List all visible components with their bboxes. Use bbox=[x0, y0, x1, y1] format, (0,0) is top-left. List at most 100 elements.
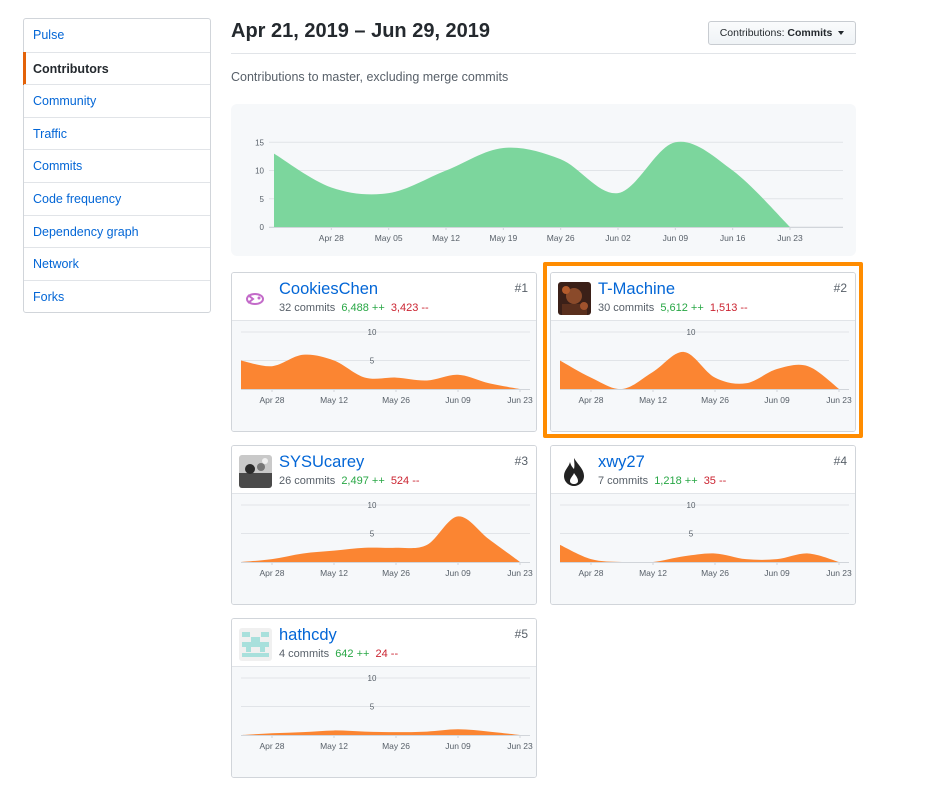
additions-count: 6,488 ++ bbox=[341, 302, 385, 314]
x-tick-label: May 12 bbox=[639, 395, 667, 405]
contributor-avatar[interactable] bbox=[558, 282, 591, 315]
x-tick-label: Jun 16 bbox=[720, 233, 746, 243]
x-tick-label: Jun 09 bbox=[764, 395, 790, 405]
sidebar-item-pulse[interactable]: Pulse bbox=[24, 19, 210, 52]
sidebar-item-traffic[interactable]: Traffic bbox=[24, 116, 210, 150]
contributor-card-5: hathcdy 4 commits 642 ++ 24 -- #5 5 10 Apr… bbox=[231, 618, 537, 778]
contributor-name-link[interactable]: CookiesChen bbox=[279, 280, 378, 299]
contributor-rank: #1 bbox=[514, 281, 528, 295]
y-tick-label: 5 bbox=[260, 195, 265, 204]
contributor-chart-svg: 510Apr 28May 12May 26Jun 09Jun 23 bbox=[241, 674, 533, 751]
contributor-card-1: CookiesChen 32 commits 6,488 ++ 3,423 --… bbox=[231, 272, 537, 432]
y-tick-label: 15 bbox=[255, 138, 264, 147]
contributor-avatar[interactable] bbox=[239, 455, 272, 488]
x-tick-label: Jun 02 bbox=[605, 233, 631, 243]
x-tick-label: May 12 bbox=[432, 233, 460, 243]
main-chart-svg: 0 5 10 15 Apr 28 May 05 May 12 May 19 May 26 Jun … bbox=[255, 138, 843, 243]
contributor-name-link[interactable]: SYSUcarey bbox=[279, 453, 364, 472]
contributor-card-header: xwy27 7 commits 1,218 ++ 35 -- #4 bbox=[551, 446, 855, 494]
select-prefix: Contributions: bbox=[719, 27, 785, 39]
y-tick-label: 10 bbox=[368, 674, 377, 683]
repo-insights-sidebar: Pulse Contributors Community Traffic Com… bbox=[23, 18, 211, 314]
date-range-title: Apr 21, 2019 – Jun 29, 2019 bbox=[231, 20, 491, 42]
x-tick-label: May 12 bbox=[320, 568, 348, 578]
contributor-chart-svg: 510Apr 28May 12May 26Jun 09Jun 23 bbox=[560, 328, 852, 405]
y-tick-label: 10 bbox=[368, 501, 377, 510]
x-tick-label: Jun 09 bbox=[445, 568, 471, 578]
sidebar-item-code-frequency[interactable]: Code frequency bbox=[24, 181, 210, 215]
contributor-name-link[interactable]: hathcdy bbox=[279, 626, 337, 645]
x-tick-label: May 19 bbox=[489, 233, 517, 243]
x-tick-label: May 12 bbox=[320, 741, 348, 751]
x-tick-label: May 26 bbox=[382, 395, 410, 405]
contributor-card-3: SYSUcarey 26 commits 2,497 ++ 524 -- #3 … bbox=[231, 445, 537, 605]
contributor-stats: 4 commits 642 ++ 24 -- bbox=[279, 648, 398, 660]
select-value: Commits bbox=[787, 27, 833, 39]
commit-count[interactable]: 4 commits bbox=[279, 648, 329, 660]
x-tick-label: Jun 23 bbox=[826, 395, 852, 405]
sidebar-item-community[interactable]: Community bbox=[24, 84, 210, 117]
x-tick-label: Jun 23 bbox=[826, 568, 852, 578]
contributor-stats: 26 commits 2,497 ++ 524 -- bbox=[279, 475, 420, 487]
header-divider bbox=[231, 53, 856, 54]
series-area bbox=[274, 141, 790, 227]
contributor-avatar[interactable] bbox=[558, 455, 591, 488]
series-area bbox=[241, 354, 520, 389]
sidebar-item-contributors[interactable]: Contributors bbox=[23, 51, 210, 85]
main-contributions-chart: 0 5 10 15 Apr 28 May 05 May 12 May 19 May 26 Jun … bbox=[231, 104, 856, 256]
sidebar-item-network[interactable]: Network bbox=[24, 247, 210, 280]
contributor-avatar[interactable] bbox=[239, 282, 272, 315]
x-tick-label: Jun 23 bbox=[777, 233, 803, 243]
contributor-chart: 510Apr 28May 12May 26Jun 09Jun 23 bbox=[232, 321, 536, 431]
commit-count[interactable]: 32 commits bbox=[279, 302, 335, 314]
commit-count[interactable]: 30 commits bbox=[598, 302, 654, 314]
contributor-name-link[interactable]: T-Machine bbox=[598, 280, 675, 299]
additions-count: 2,497 ++ bbox=[341, 475, 385, 487]
contributor-name-link[interactable]: xwy27 bbox=[598, 453, 645, 472]
commit-count[interactable]: 7 commits bbox=[598, 475, 648, 487]
y-tick-label: 5 bbox=[370, 530, 375, 539]
contributions-type-select[interactable]: Contributions: Commits bbox=[708, 21, 856, 45]
chart-subtitle: Contributions to master, excluding merge… bbox=[231, 70, 509, 84]
contributor-chart: 510Apr 28May 12May 26Jun 09Jun 23 bbox=[232, 494, 536, 604]
contributor-card-header: CookiesChen 32 commits 6,488 ++ 3,423 --… bbox=[232, 273, 536, 321]
x-tick-label: Apr 28 bbox=[578, 395, 603, 405]
contributor-card-2: T-Machine 30 commits 5,612 ++ 1,513 -- #… bbox=[550, 272, 856, 432]
commit-count[interactable]: 26 commits bbox=[279, 475, 335, 487]
x-tick-label: Jun 23 bbox=[507, 395, 533, 405]
contributor-chart: 510Apr 28May 12May 26Jun 09Jun 23 bbox=[551, 494, 855, 604]
sidebar-item-dependency-graph[interactable]: Dependency graph bbox=[24, 214, 210, 248]
x-tick-label: Jun 23 bbox=[507, 741, 533, 751]
contributor-chart-svg: 510Apr 28May 12May 26Jun 09Jun 23 bbox=[560, 501, 852, 578]
contributor-stats: 7 commits 1,218 ++ 35 -- bbox=[598, 475, 726, 487]
y-tick-label: 10 bbox=[687, 501, 696, 510]
contributor-chart: 510Apr 28May 12May 26Jun 09Jun 23 bbox=[232, 667, 536, 777]
y-tick-label: 5 bbox=[689, 530, 694, 539]
contributor-card-header: hathcdy 4 commits 642 ++ 24 -- #5 bbox=[232, 619, 536, 667]
contributor-chart: 510Apr 28May 12May 26Jun 09Jun 23 bbox=[551, 321, 855, 431]
series-area bbox=[241, 729, 520, 735]
contributor-rank: #4 bbox=[833, 454, 847, 468]
x-tick-label: Jun 09 bbox=[445, 741, 471, 751]
contributor-card-4: xwy27 7 commits 1,218 ++ 35 -- #4 5 10 Apr… bbox=[550, 445, 856, 605]
contributor-rank: #5 bbox=[514, 627, 528, 641]
series-area bbox=[560, 544, 839, 563]
contributor-stats: 32 commits 6,488 ++ 3,423 -- bbox=[279, 302, 429, 314]
contributor-rank: #2 bbox=[833, 281, 847, 295]
deletions-count: 24 -- bbox=[375, 648, 399, 660]
contributor-card-header: SYSUcarey 26 commits 2,497 ++ 524 -- #3 bbox=[232, 446, 536, 494]
contributor-stats: 30 commits 5,612 ++ 1,513 -- bbox=[598, 302, 748, 314]
x-tick-label: May 26 bbox=[382, 741, 410, 751]
contributor-rank: #3 bbox=[514, 454, 528, 468]
x-tick-label: Apr 28 bbox=[259, 568, 284, 578]
y-tick-label: 5 bbox=[370, 703, 375, 712]
contributor-chart-svg: 510Apr 28May 12May 26Jun 09Jun 23 bbox=[241, 328, 533, 405]
sidebar-item-commits[interactable]: Commits bbox=[24, 149, 210, 182]
additions-count: 5,612 ++ bbox=[660, 302, 704, 314]
x-tick-label: May 05 bbox=[375, 233, 403, 243]
y-tick-label: 10 bbox=[255, 167, 264, 176]
contributor-chart-svg: 510Apr 28May 12May 26Jun 09Jun 23 bbox=[241, 501, 533, 578]
sidebar-item-forks[interactable]: Forks bbox=[24, 279, 210, 313]
contributor-avatar[interactable] bbox=[239, 628, 272, 661]
additions-count: 642 ++ bbox=[335, 648, 370, 660]
